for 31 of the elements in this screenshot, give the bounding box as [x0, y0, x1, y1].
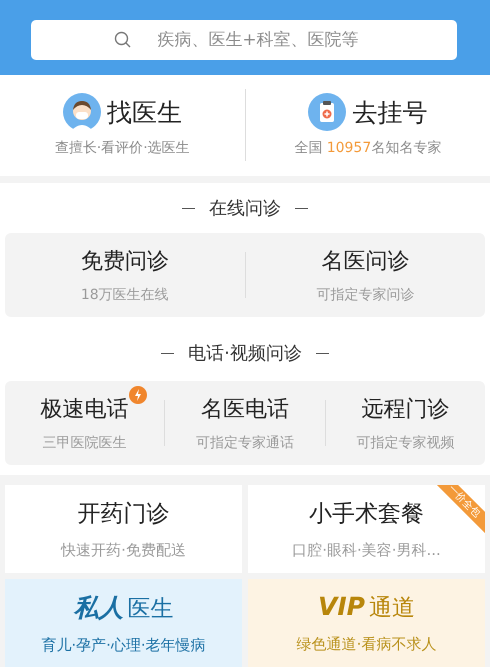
tile-subtitle: 育儿·孕产·心理·老年慢病 — [41, 636, 206, 655]
service-subtitle: 三甲医院医生 — [42, 434, 127, 452]
service-title[interactable]: 远程门诊 — [361, 397, 450, 422]
service-title[interactable]: 名医问诊 — [321, 249, 410, 274]
service-subtitle: 可指定专家视频 — [356, 434, 454, 452]
service-subtitle: 可指定专家通话 — [196, 434, 294, 452]
service-title[interactable]: 极速电话 — [40, 397, 129, 422]
service-tile[interactable]: 小手术套餐 口腔·眼科·美容·男科... 一价全包 — [248, 485, 485, 573]
service-subtitle: 可指定专家问诊 — [316, 286, 414, 304]
service-tile[interactable]: 开药门诊 快速开药·免费配送 — [5, 485, 242, 573]
entry-title[interactable]: 找医生 — [106, 96, 182, 129]
service-tile[interactable]: 私人 医生 育儿·孕产·心理·老年慢病 — [5, 579, 242, 667]
tile-title: 小手术套餐 — [309, 500, 424, 529]
entry-subtitle: 查擅长·看评价·选医生 — [54, 139, 190, 158]
service-subtitle: 18万医生在线 — [80, 286, 169, 304]
clipboard-icon — [308, 93, 346, 132]
tile-title: 开药门诊 — [78, 500, 170, 529]
tile-title: 私人 医生 — [74, 592, 174, 624]
tile-subtitle: 绿色通道·看病不求人 — [296, 635, 436, 654]
doctor-avatar-icon — [62, 93, 101, 132]
tile-subtitle: 快速开药·免费配送 — [61, 541, 186, 560]
entry-subtitle: 全国 10957名知名专家 — [294, 139, 442, 158]
search-icon — [114, 31, 132, 49]
service-title[interactable]: 免费问诊 — [80, 249, 169, 274]
section-title: 电话·视频问诊 — [188, 342, 302, 365]
service-title[interactable]: 名医电话 — [200, 397, 289, 422]
search-field[interactable]: 疾病、医生+科室、医院等 — [31, 20, 457, 60]
tile-subtitle: 口腔·眼科·美容·男科... — [292, 541, 441, 560]
tile-title: VIP 通道 — [318, 592, 415, 623]
entry-title[interactable]: 去挂号 — [352, 96, 428, 129]
section-title: 在线问诊 — [209, 197, 281, 220]
